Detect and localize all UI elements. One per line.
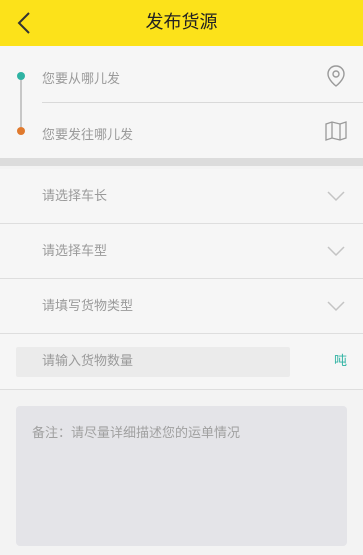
origin-dot xyxy=(17,72,25,80)
remark-textarea[interactable]: 备注：请尽量详细描述您的运单情况 xyxy=(16,406,347,546)
vehicle-type-label: 请选择车型 xyxy=(42,244,108,259)
vehicle-length-label: 请选择车长 xyxy=(42,189,108,204)
route-section: 您要从哪儿发 您要发往哪儿发 xyxy=(0,46,363,158)
quantity-input[interactable]: 请输入货物数量 xyxy=(16,347,290,377)
app-header: 发布货源 xyxy=(0,0,363,46)
page-title: 发布货源 xyxy=(145,12,218,33)
map-icon xyxy=(325,121,347,141)
origin-field[interactable]: 您要从哪儿发 xyxy=(42,68,120,87)
goods-type-select[interactable]: 请填写货物类型 xyxy=(0,279,363,334)
destination-dot xyxy=(17,127,25,135)
location-pin-button[interactable] xyxy=(326,64,346,88)
vehicle-type-select[interactable]: 请选择车型 xyxy=(0,224,363,279)
goods-type-label: 请填写货物类型 xyxy=(42,299,134,314)
route-divider xyxy=(42,102,363,103)
destination-field[interactable]: 您要发往哪儿发 xyxy=(42,124,133,143)
chevron-down-icon xyxy=(327,191,345,202)
route-connector-line xyxy=(20,80,22,127)
location-pin-icon xyxy=(327,65,345,87)
remark-placeholder: 备注：请尽量详细描述您的运单情况 xyxy=(32,426,241,441)
vehicle-length-select[interactable]: 请选择车长 xyxy=(0,169,363,224)
chevron-down-icon xyxy=(327,301,345,312)
quantity-row: 请输入货物数量 吨 xyxy=(0,334,363,390)
map-button[interactable] xyxy=(324,120,348,142)
quantity-unit: 吨 xyxy=(334,354,348,369)
chevron-down-icon xyxy=(327,246,345,257)
section-divider xyxy=(0,158,363,166)
